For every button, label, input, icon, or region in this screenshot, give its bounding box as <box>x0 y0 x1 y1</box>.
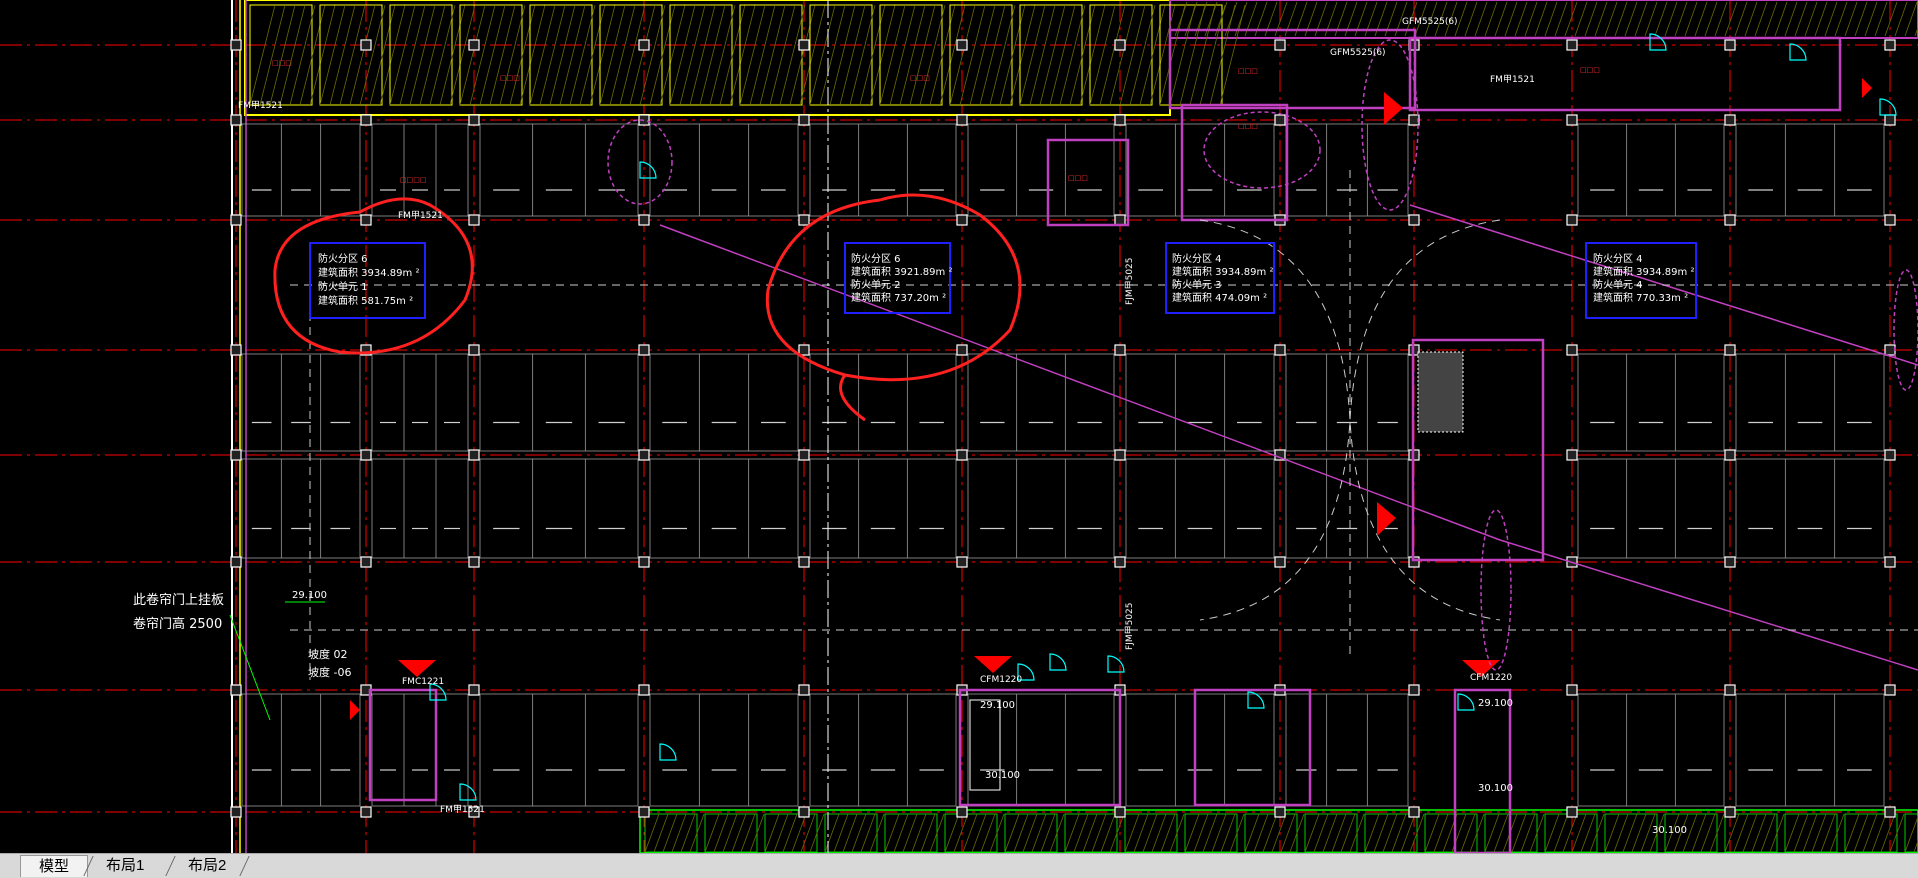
door-tag-cfm-1: CFM1220 <box>980 675 1022 685</box>
svg-text:□□□□: □□□□ <box>400 176 426 184</box>
zone-1-line-1: 防火分区 6 <box>318 252 368 265</box>
fire-zone-box-1: 防火分区 6 建筑面积 3934.89m ² 防火单元 1 建筑面积 581.7… <box>309 242 426 319</box>
door-tag-gfm-2: GFM5525(6) <box>1402 17 1458 27</box>
fire-shutter-markers <box>350 78 1872 720</box>
tab-model[interactable]: 模型 <box>20 855 89 877</box>
elevation-2: 29.100 <box>980 700 1015 711</box>
svg-text:□□□: □□□ <box>1068 174 1088 182</box>
left-exterior-wall <box>231 0 247 853</box>
zone-4-line-2: 建筑面积 3934.89m ² <box>1593 265 1694 278</box>
parking-stalls <box>241 123 1885 807</box>
zone-3-line-3: 防火单元 3 <box>1172 278 1222 291</box>
svg-text:□□□: □□□ <box>910 74 930 82</box>
zone-2-line-2: 建筑面积 3921.89m ² <box>851 265 952 278</box>
diagonal-reference-lines <box>659 204 1918 671</box>
door-tag-fmb-2: FM甲1521 <box>398 210 443 221</box>
door-tag-cfm-2: CFM1220 <box>1470 673 1512 683</box>
svg-text:□□□: □□□ <box>1238 67 1258 75</box>
zone-4-line-3: 防火单元 4 <box>1593 278 1643 291</box>
shutter-note-2: 卷帘门高 2500 <box>133 616 222 632</box>
structural-columns <box>230 39 1896 818</box>
elevation-5: 30.100 <box>1478 783 1513 794</box>
svg-text:□□□: □□□ <box>1580 66 1600 74</box>
drawing-viewport[interactable]: 防火分区 6 建筑面积 3934.89m ² 防火单元 1 建筑面积 581.7… <box>0 0 1918 853</box>
cad-drawing[interactable]: 防火分区 6 建筑面积 3934.89m ² 防火单元 1 建筑面积 581.7… <box>0 0 1918 853</box>
door-tag-fjm-1: FJM甲5025 <box>1124 257 1135 305</box>
tab-layout1[interactable]: 布局1 <box>88 855 162 877</box>
zone-3-line-1: 防火分区 4 <box>1172 252 1222 265</box>
door-tag-fjm-2: FJM甲5025 <box>1124 602 1135 650</box>
tab-layout2[interactable]: 布局2 <box>170 855 244 877</box>
zone-4-line-1: 防火分区 4 <box>1593 252 1643 265</box>
zone-2-line-3: 防火单元 2 <box>851 278 901 291</box>
zone-1-line-4: 建筑面积 581.75m ² <box>318 294 413 307</box>
fire-zone-box-4: 防火分区 4 建筑面积 3934.89m ² 防火单元 4 建筑面积 770.3… <box>1585 242 1697 319</box>
zone-2-line-4: 建筑面积 737.20m ² <box>851 291 946 304</box>
svg-text:□□□: □□□ <box>1238 122 1258 130</box>
fire-zone-box-2: 防火分区 6 建筑面积 3921.89m ² 防火单元 2 建筑面积 737.2… <box>844 242 952 314</box>
top-room-block <box>244 0 1918 116</box>
door-tag-fmc-1: FMC1221 <box>402 677 444 687</box>
slope-label-1: 坡度 02 <box>308 647 348 661</box>
elevation-4: 29.100 <box>1478 698 1513 709</box>
zone-1-line-3: 防火单元 1 <box>318 280 368 293</box>
zone-1-line-2: 建筑面积 3934.89m ² <box>318 266 419 279</box>
elevation-3: 30.100 <box>985 770 1020 781</box>
zone-3-line-4: 建筑面积 474.09m ² <box>1172 291 1267 304</box>
shutter-note-1: 此卷帘门上挂板 <box>133 592 224 608</box>
door-tag-gfm-1: GFM5525(6) <box>1330 48 1386 58</box>
fire-zone-box-3: 防火分区 4 建筑面积 3934.89m ² 防火单元 3 建筑面积 474.0… <box>1165 242 1275 314</box>
ramp-curves <box>290 170 1918 680</box>
door-tag-fmb-4: FM甲1521 <box>440 804 485 815</box>
svg-text:□□□: □□□ <box>272 59 292 67</box>
layout-tab-bar: 模型 布局1 布局2 <box>0 853 1918 878</box>
door-tag-fmb-3: FM甲1521 <box>1490 74 1535 85</box>
stair-core-hatch <box>969 351 1464 791</box>
elevation-1: 29.100 <box>292 590 327 601</box>
slope-label-2: 坡度 -06 <box>308 665 351 679</box>
markup-circles <box>273 193 1022 422</box>
zone-3-line-2: 建筑面积 3934.89m ² <box>1172 265 1273 278</box>
svg-text:□□□: □□□ <box>500 74 520 82</box>
door-tag-fmb-1: FM甲1521 <box>238 100 283 111</box>
zone-4-line-4: 建筑面积 770.33m ² <box>1593 291 1688 304</box>
door-tags: FM甲1521 FM甲1521 FM甲1521 FM甲1521 FMC1221 … <box>238 17 1535 815</box>
elevation-6: 30.100 <box>1652 825 1687 836</box>
stair-core-center <box>368 28 1842 853</box>
zone-2-line-1: 防火分区 6 <box>851 252 901 265</box>
grid-lines-vertical <box>235 0 1891 853</box>
